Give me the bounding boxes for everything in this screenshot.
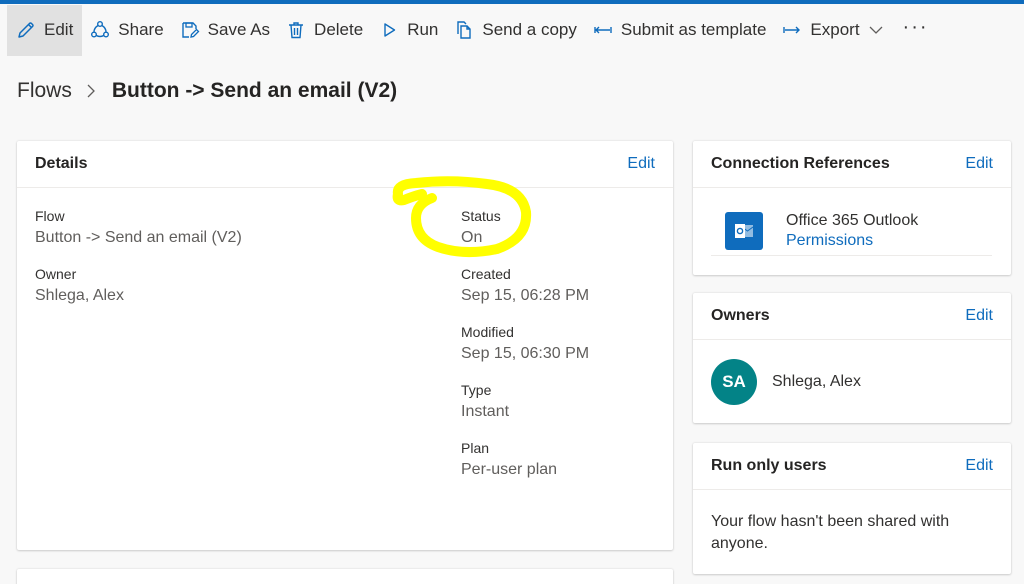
chevron-down-icon [869, 26, 883, 34]
run-only-users-card: Run only users Edit Your flow hasn't bee… [693, 443, 1011, 574]
details-card: Details Edit Flow Button -> Send an emai… [17, 141, 673, 550]
run-only-users-title: Run only users [711, 457, 827, 474]
run-button-label: Run [407, 20, 439, 39]
type-label: Type [461, 382, 492, 398]
breadcrumb-flows-link[interactable]: Flows [17, 79, 72, 103]
details-card-header: Details Edit [17, 141, 673, 188]
trash-icon [289, 22, 304, 39]
owner-field: Owner Shlega, Alex [35, 265, 124, 307]
edit-button[interactable]: Edit [7, 4, 83, 56]
submit-template-button[interactable]: Submit as template [585, 5, 775, 56]
owners-title: Owners [711, 307, 770, 324]
modified-label: Modified [461, 324, 514, 340]
send-copy-button[interactable]: Send a copy [446, 5, 585, 56]
submit-arrow-icon [594, 26, 612, 34]
owners-card: Owners Edit SA Shlega, Alex [693, 293, 1011, 423]
save-as-button[interactable]: Save As [172, 5, 278, 56]
flow-field: Flow Button -> Send an email (V2) [35, 207, 242, 249]
next-card [17, 569, 673, 584]
share-button[interactable]: Share [82, 5, 171, 56]
run-only-users-message: Your flow hasn't been shared with anyone… [711, 513, 950, 552]
save-as-button-label: Save As [207, 20, 271, 39]
details-card-title: Details [35, 155, 88, 172]
send-copy-button-label: Send a copy [482, 20, 577, 39]
owner-value: Shlega, Alex [35, 287, 124, 304]
edit-button-label: Edit [44, 20, 74, 39]
owner-label: Owner [35, 266, 77, 282]
status-field: Status On [461, 207, 501, 249]
connection-text: Office 365 Outlook Permissions [786, 211, 918, 255]
owners-edit-link[interactable]: Edit [965, 307, 993, 325]
owner-item: SA Shlega, Alex [711, 359, 861, 405]
plan-value: Per-user plan [461, 461, 558, 478]
status-value: On [461, 229, 483, 246]
plan-field: Plan Per-user plan [461, 439, 557, 481]
run-only-users-header: Run only users Edit [693, 443, 1011, 490]
delete-button-label: Delete [314, 20, 364, 39]
connection-references-title: Connection References [711, 155, 890, 172]
copy-icon [457, 21, 472, 39]
export-button[interactable]: Export [774, 5, 890, 56]
created-field: Created Sep 15, 06:28 PM [461, 265, 589, 307]
connection-references-edit-link[interactable]: Edit [965, 155, 993, 173]
permissions-link[interactable]: Permissions [786, 231, 918, 251]
flow-label: Flow [35, 208, 65, 224]
delete-button[interactable]: Delete [278, 5, 371, 56]
type-field: Type Instant [461, 381, 509, 423]
avatar: SA [711, 359, 757, 405]
run-only-users-edit-link[interactable]: Edit [965, 457, 993, 475]
save-as-icon [181, 22, 200, 38]
connection-item: Office 365 Outlook Permissions [711, 204, 992, 256]
more-options-button[interactable]: ··· [891, 17, 941, 37]
modified-field: Modified Sep 15, 06:30 PM [461, 323, 589, 365]
flow-value: Button -> Send an email (V2) [35, 229, 242, 246]
modified-value: Sep 15, 06:30 PM [461, 345, 590, 362]
created-label: Created [461, 266, 511, 282]
page-title: Button -> Send an email (V2) [111, 79, 398, 102]
status-label: Status [461, 208, 501, 224]
pencil-icon [18, 22, 34, 38]
type-value: Instant [461, 403, 510, 420]
owners-header: Owners Edit [693, 293, 1011, 340]
connection-references-header: Connection References Edit [693, 141, 1011, 188]
submit-template-button-label: Submit as template [620, 20, 767, 39]
export-icon [783, 26, 801, 34]
connection-references-card: Connection References Edit Office 365 Ou… [693, 141, 1011, 275]
details-edit-link[interactable]: Edit [627, 155, 655, 173]
share-icon [91, 21, 110, 38]
play-icon [384, 23, 396, 37]
plan-label: Plan [461, 440, 490, 456]
created-value: Sep 15, 06:28 PM [461, 287, 590, 304]
outlook-icon [725, 212, 763, 250]
command-bar: Edit Share Save As Delete Run Send a cop… [0, 4, 1024, 56]
connection-name: Office 365 Outlook [786, 212, 919, 229]
owner-name: Shlega, Alex [772, 373, 861, 390]
run-button[interactable]: Run [371, 5, 446, 56]
share-button-label: Share [118, 20, 164, 39]
chevron-right-icon [87, 84, 95, 98]
export-button-label: Export [810, 20, 860, 39]
breadcrumb: Flows Button -> Send an email (V2) [17, 76, 397, 106]
